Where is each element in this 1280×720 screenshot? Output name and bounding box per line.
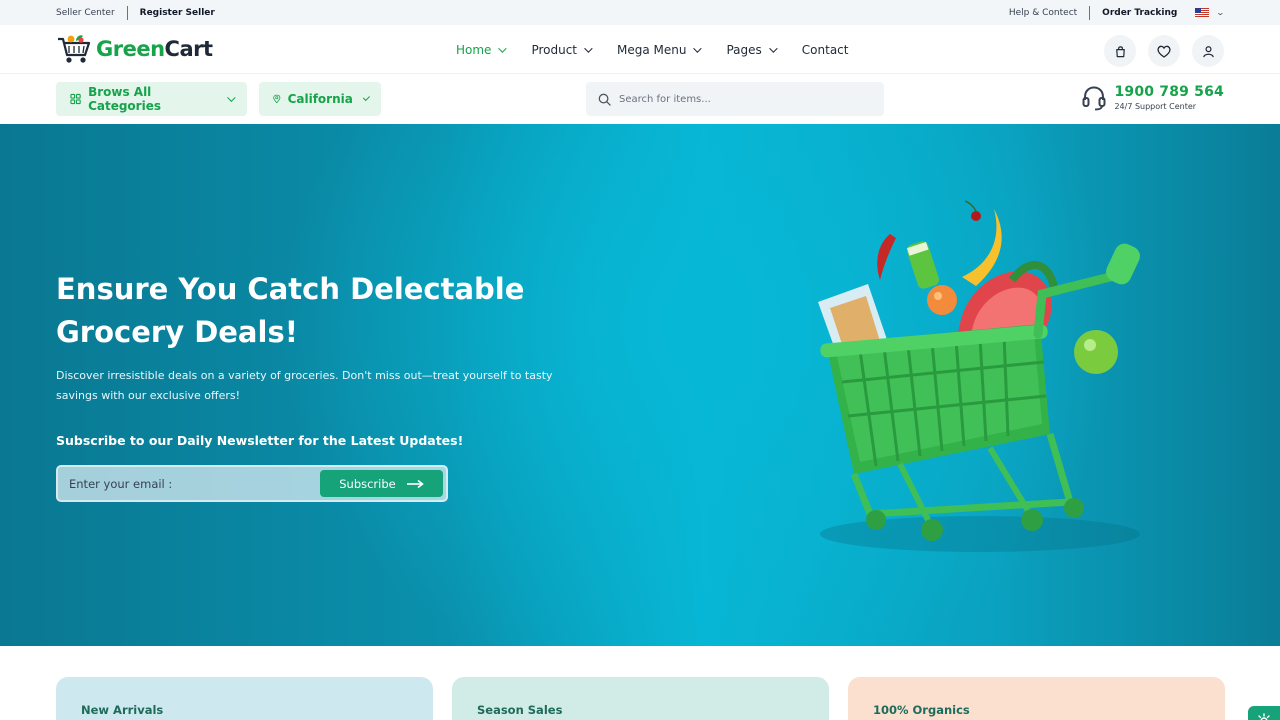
- support-contact[interactable]: 1900 789 564 24/7 Support Center: [1082, 84, 1224, 111]
- logo[interactable]: GreenCart: [56, 33, 213, 65]
- register-seller-link[interactable]: Register Seller: [140, 8, 215, 18]
- top-bar-left: Seller Center Register Seller: [56, 5, 215, 20]
- subscribe-button[interactable]: Subscribe: [320, 470, 443, 497]
- subscribe-label: Subscribe: [339, 476, 396, 491]
- newsletter-form: Subscribe: [56, 465, 448, 502]
- location-selector[interactable]: California: [259, 82, 381, 116]
- promo-card-season-sales[interactable]: Season Sales: [452, 677, 829, 720]
- order-tracking-link[interactable]: Order Tracking: [1102, 8, 1177, 18]
- hero-description: Discover irresistible deals on a variety…: [56, 369, 553, 402]
- search-icon[interactable]: [598, 93, 611, 106]
- heart-icon: [1157, 45, 1171, 58]
- promo-card-label: New Arrivals: [81, 703, 164, 717]
- search-bar-row: Brows All Categories California 1900 789…: [0, 74, 1280, 124]
- location-label: California: [287, 92, 353, 106]
- main-navbar: GreenCart Home Product Mega Menu Pages C…: [0, 25, 1280, 74]
- chevron-down-icon: [227, 93, 236, 102]
- nav-item-label: Contact: [801, 42, 849, 57]
- promo-card-organics[interactable]: 100% Organics: [848, 677, 1225, 720]
- nav-item-home[interactable]: Home: [456, 42, 508, 57]
- email-input[interactable]: [58, 476, 313, 491]
- nav-item-label: Pages: [726, 42, 762, 57]
- support-phone: 1900 789 564: [1114, 84, 1224, 100]
- browse-categories-button[interactable]: Brows All Categories: [56, 82, 247, 116]
- promo-card-new-arrivals[interactable]: New Arrivals: [56, 677, 433, 720]
- newsletter-heading: Subscribe to our Daily Newsletter for th…: [56, 433, 464, 448]
- location-pin-icon: [273, 94, 281, 104]
- chevron-down-icon: [362, 93, 370, 102]
- top-utility-bar: Seller Center Register Seller Help & Con…: [0, 0, 1280, 25]
- top-bar-right: Help & Contect Order Tracking ⌄: [1009, 5, 1225, 20]
- nav-item-label: Product: [531, 42, 577, 57]
- nav-item-mega-menu[interactable]: Mega Menu: [617, 42, 703, 57]
- settings-float-button[interactable]: [1248, 706, 1280, 720]
- brand-name: GreenCart: [96, 37, 213, 61]
- sun-gear-icon: [1258, 713, 1270, 720]
- chevron-down-icon: [768, 43, 778, 53]
- chevron-down-icon: [584, 43, 593, 53]
- nav-item-contact[interactable]: Contact: [802, 43, 849, 57]
- hero-banner: Ensure You Catch Delectable Grocery Deal…: [0, 124, 1280, 646]
- hero-title: Ensure You Catch Delectable Grocery Deal…: [56, 272, 525, 349]
- nav-icon-group: [1092, 35, 1224, 67]
- us-flag-icon[interactable]: [1195, 8, 1210, 17]
- search-box: [586, 82, 884, 116]
- promo-card-label: Season Sales: [477, 703, 563, 717]
- wishlist-button[interactable]: [1148, 35, 1180, 67]
- support-text: 1900 789 564 24/7 Support Center: [1114, 84, 1224, 111]
- brand-name-cart: Cart: [164, 37, 213, 61]
- grid-icon: [70, 93, 81, 105]
- chevron-down-icon: [693, 43, 703, 53]
- primary-menu: Home Product Mega Menu Pages Contact: [456, 25, 875, 74]
- chevron-down-icon[interactable]: ⌄: [1216, 8, 1225, 17]
- shopping-bag-icon: [1115, 45, 1125, 57]
- nav-item-label: Home: [456, 42, 492, 57]
- support-label: 24/7 Support Center: [1114, 102, 1197, 111]
- cart-logo-icon: [58, 35, 91, 63]
- headset-icon: [1082, 85, 1106, 110]
- cart-button[interactable]: [1104, 35, 1136, 67]
- nav-item-pages[interactable]: Pages: [726, 42, 778, 57]
- search-input[interactable]: [619, 93, 859, 105]
- help-contact-link[interactable]: Help & Contect: [1009, 8, 1077, 18]
- nav-item-product[interactable]: Product: [531, 42, 593, 57]
- divider: [126, 5, 128, 20]
- divider: [1089, 5, 1091, 20]
- user-icon: [1202, 45, 1214, 57]
- nav-item-label: Mega Menu: [617, 42, 687, 57]
- browse-categories-label: Brows All Categories: [88, 85, 161, 113]
- seller-center-link[interactable]: Seller Center: [56, 8, 115, 18]
- promo-card-label: 100% Organics: [873, 703, 970, 717]
- brand-name-green: Green: [96, 37, 165, 61]
- chevron-down-icon: [498, 43, 508, 53]
- arrow-right-icon: [406, 479, 424, 488]
- account-button[interactable]: [1192, 35, 1224, 67]
- shopping-cart-illustration: [818, 200, 1140, 552]
